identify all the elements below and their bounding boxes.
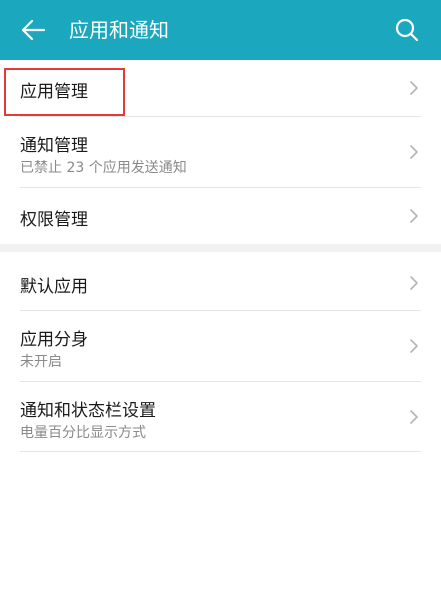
chevron-right-icon: [410, 276, 418, 290]
menu-item-label: 权限管理: [20, 210, 88, 230]
arrow-left-icon: [21, 19, 46, 41]
menu-item-label: 通知管理: [20, 136, 88, 156]
section-separator: [0, 244, 441, 252]
menu-item-label: 通知和状态栏设置: [20, 401, 156, 421]
app-bar: 应用和通知: [0, 0, 441, 60]
page-title: 应用和通知: [69, 18, 169, 42]
settings-section-more: 默认应用 应用分身 未开启 通知和状态栏设置 电量百分比显示方式: [0, 252, 441, 452]
chevron-right-icon: [410, 81, 418, 95]
menu-item-subtitle: 未开启: [20, 354, 62, 370]
divider: [20, 451, 421, 452]
chevron-right-icon: [410, 145, 418, 159]
menu-item-subtitle: 电量百分比显示方式: [20, 425, 146, 441]
chevron-right-icon: [410, 209, 418, 223]
menu-item-label: 默认应用: [20, 277, 88, 297]
menu-item-notification-statusbar[interactable]: 通知和状态栏设置 电量百分比显示方式: [0, 382, 441, 451]
menu-item-default-apps[interactable]: 默认应用: [0, 252, 441, 310]
menu-item-notification-management[interactable]: 通知管理 已禁止 23 个应用发送通知: [0, 117, 441, 187]
search-icon: [395, 18, 419, 42]
highlight-box: [4, 68, 125, 116]
menu-item-permission-management[interactable]: 权限管理: [0, 188, 441, 244]
menu-item-label: 应用分身: [20, 330, 88, 350]
search-button[interactable]: [393, 16, 421, 44]
menu-item-subtitle: 已禁止 23 个应用发送通知: [20, 160, 187, 176]
chevron-right-icon: [410, 339, 418, 353]
chevron-right-icon: [410, 410, 418, 424]
menu-item-app-twin[interactable]: 应用分身 未开启: [0, 311, 441, 381]
back-button[interactable]: [18, 15, 48, 45]
